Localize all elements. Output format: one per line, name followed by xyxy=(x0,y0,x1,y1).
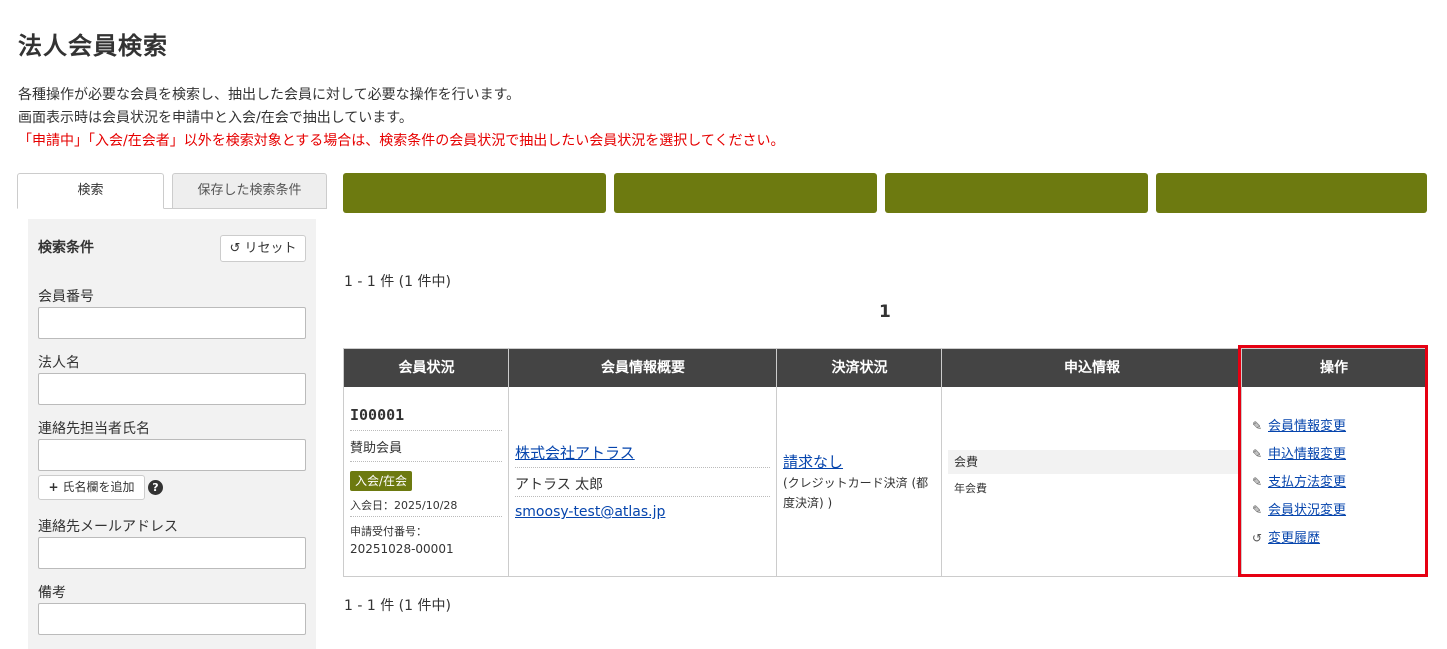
action-button-2[interactable] xyxy=(614,173,877,213)
payment-note: (クレジットカード決済 (都度決済) ) xyxy=(783,476,929,510)
contact-email-input[interactable] xyxy=(38,537,306,569)
action-button-1[interactable] xyxy=(343,173,606,213)
member-id: I00001 xyxy=(350,406,405,424)
search-conditions-title: 検索条件 xyxy=(38,240,94,256)
corp-name-input[interactable] xyxy=(38,373,306,405)
remarks-label: 備考 xyxy=(38,585,66,601)
action-button-3[interactable] xyxy=(885,173,1148,213)
tab-divider xyxy=(163,208,327,209)
member-number-input[interactable] xyxy=(38,307,306,339)
divider xyxy=(515,496,770,497)
add-name-field-button[interactable]: + 氏名欄を追加 xyxy=(38,475,145,500)
member-number-label: 会員番号 xyxy=(38,289,94,305)
divider xyxy=(350,461,502,462)
contact-email-label: 連絡先メールアドレス xyxy=(38,519,178,535)
result-count-top: 1 - 1 件 (1 件中) xyxy=(344,274,451,290)
action-button-4[interactable] xyxy=(1156,173,1427,213)
divider xyxy=(350,516,502,517)
reset-label: リセット xyxy=(244,241,297,256)
payment-status-link[interactable]: 請求なし xyxy=(783,451,843,472)
col-separator xyxy=(508,349,509,576)
description-line-2: 画面表示時は会員状況を申請中と入会/在会で抽出しています。 xyxy=(18,110,413,126)
tab-saved-conditions[interactable]: 保存した検索条件 xyxy=(172,173,327,209)
result-count-bottom: 1 - 1 件 (1 件中) xyxy=(344,598,451,614)
search-panel: 検索条件 ↺ リセット 会員番号 法人名 連絡先担当者氏名 + 氏名欄を追加 ?… xyxy=(28,219,316,649)
col-header-application: 申込情報 xyxy=(942,349,1242,387)
divider xyxy=(350,430,502,431)
apply-label: 会費 xyxy=(948,450,1238,474)
warning-text: 「申請中」「入会/在会者」以外を検索対象とする場合は、検索条件の会員状況で抽出し… xyxy=(18,133,785,149)
search-tabs: 検索 保存した検索条件 xyxy=(17,173,327,209)
col-header-payment: 決済状況 xyxy=(777,349,942,387)
remarks-input[interactable] xyxy=(38,603,306,635)
page-description: 各種操作が必要な会員を検索し、抽出した会員に対して必要な操作を行います。 画面表… xyxy=(18,84,784,153)
reset-button[interactable]: ↺ リセット xyxy=(220,235,306,262)
help-icon[interactable]: ? xyxy=(148,480,163,495)
receipt-label: 申請受付番号： xyxy=(350,525,427,538)
col-separator xyxy=(941,349,942,576)
join-date: 入会日：2025/10/28 xyxy=(350,499,458,512)
col-header-status: 会員状況 xyxy=(344,349,509,387)
member-type: 賛助会員 xyxy=(350,441,403,456)
operations-highlight-box xyxy=(1238,345,1428,577)
page-title: 法人会員検索 xyxy=(18,32,168,60)
col-separator xyxy=(776,349,777,576)
receipt-number: 20251028-00001 xyxy=(350,542,454,556)
add-name-label: 氏名欄を追加 xyxy=(62,480,135,494)
col-header-summary: 会員情報概要 xyxy=(509,349,777,387)
person-name: アトラス 太郎 xyxy=(515,477,604,493)
tab-search[interactable]: 検索 xyxy=(17,173,164,209)
pagination-page-1[interactable]: 1 xyxy=(879,302,891,322)
company-link[interactable]: 株式会社アトラス xyxy=(515,442,635,463)
apply-value: 年会費 xyxy=(954,482,987,495)
plus-icon: + xyxy=(48,480,59,494)
divider xyxy=(515,467,770,468)
corp-name-label: 法人名 xyxy=(38,355,80,371)
contact-name-input[interactable] xyxy=(38,439,306,471)
status-badge: 入会/在会 xyxy=(350,471,413,491)
reset-icon: ↺ xyxy=(229,241,241,256)
email-link[interactable]: smoosy-test@atlas.jp xyxy=(515,504,665,520)
description-line-1: 各種操作が必要な会員を検索し、抽出した会員に対して必要な操作を行います。 xyxy=(18,87,521,103)
contact-name-label: 連絡先担当者氏名 xyxy=(38,421,150,437)
